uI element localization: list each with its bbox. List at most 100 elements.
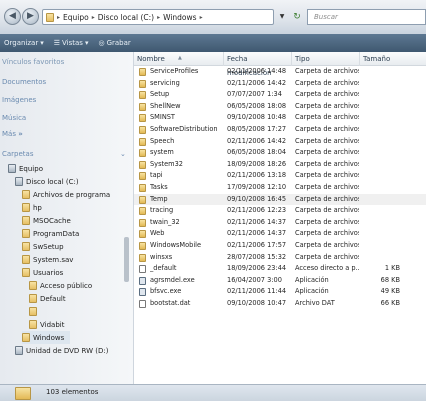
burn-label: Grabar <box>106 39 131 47</box>
computer-icon <box>8 164 16 173</box>
favorite-documentos[interactable]: Documentos <box>2 78 46 86</box>
file-row[interactable]: Setup 07/07/2007 1:34 Carpeta de archivos <box>134 89 426 101</box>
column-type[interactable]: Tipo <box>292 52 360 66</box>
file-row[interactable]: SMINST 09/10/2008 10:48 Carpeta de archivo… <box>134 112 426 124</box>
file-row[interactable]: bootstat.dat 09/10/2008 10:47 Archivo DAT 6… <box>134 298 426 310</box>
views-label: Vistas <box>62 39 83 47</box>
file-type: Carpeta de archivos <box>295 206 359 215</box>
file-size <box>360 194 400 206</box>
folder-icon <box>29 320 37 329</box>
folder-icon <box>139 218 146 227</box>
burn-button[interactable]: ◎ Grabar <box>98 39 130 47</box>
file-row[interactable]: system 06/05/2008 18:04 Carpeta de archivo… <box>134 147 426 159</box>
file-date: 07/07/2007 1:34 <box>227 90 282 99</box>
folders-header[interactable]: Carpetas ⌄ <box>0 148 133 160</box>
file-name: bootstat.dat <box>150 299 191 307</box>
file-row[interactable]: Web 02/11/2006 14:37 Carpeta de archivos <box>134 228 426 240</box>
disc-icon: ◎ <box>98 39 105 47</box>
folder-icon <box>139 137 146 146</box>
file-row[interactable]: ServiceProfiles 02/11/2006 14:48 Carpeta d… <box>134 66 426 78</box>
address-dropdown-button[interactable]: ▼ <box>276 9 288 25</box>
file-row[interactable]: ShellNew 06/05/2008 18:08 Carpeta de archi… <box>134 101 426 113</box>
file-row[interactable]: Tasks 17/09/2008 12:10 Carpeta de archivos <box>134 182 426 194</box>
folder-icon <box>139 149 146 158</box>
file-row[interactable]: Speech 02/11/2006 14:42 Carpeta de archivo… <box>134 136 426 148</box>
tree-item[interactable] <box>29 305 40 318</box>
tree-item[interactable]: Disco local (C:) <box>15 175 79 188</box>
file-row[interactable]: servicing 02/11/2006 14:42 Carpeta de arch… <box>134 78 426 90</box>
address-bar-region: ◀ ▶ ▸ Equipo ▸ Disco local (C:) ▸ Window… <box>0 0 426 34</box>
tree-scrollbar[interactable] <box>122 162 132 382</box>
file-size <box>360 147 400 159</box>
file-row[interactable]: twain_32 02/11/2006 14:37 Carpeta de archi… <box>134 217 426 229</box>
file-name: WindowsMobile <box>150 241 202 249</box>
favorite-imagenes[interactable]: Imágenes <box>2 96 36 104</box>
views-icon: ☰ <box>53 39 61 47</box>
folder-icon <box>139 172 146 181</box>
file-row[interactable]: SoftwareDistribution 08/05/2008 17:27 Carp… <box>134 124 426 136</box>
file-row[interactable]: _default 18/09/2006 23:44 Acceso directo a… <box>134 263 426 275</box>
breadcrumb-windows[interactable]: Windows <box>163 13 196 22</box>
organize-button[interactable]: Organizar ▾ <box>4 39 44 47</box>
tree-scrollbar-thumb[interactable] <box>124 237 129 282</box>
tree-item-label: Archivos de programa <box>33 190 111 199</box>
favorite-mas[interactable]: Más » <box>2 130 23 138</box>
file-name: system <box>150 148 174 157</box>
file-name: servicing <box>150 78 180 87</box>
folder-icon <box>139 253 146 262</box>
file-size <box>360 124 400 136</box>
file-name: ServiceProfiles <box>150 67 199 75</box>
search-input[interactable]: Buscar <box>307 9 426 25</box>
file-row[interactable]: winsxs 28/07/2008 15:32 Carpeta de archivo… <box>134 252 426 264</box>
command-bar: Organizar ▾ ☰ Vistas ▾ ◎ Grabar <box>0 34 426 52</box>
folder-icon <box>139 79 146 88</box>
tree-item[interactable]: Unidad de DVD RW (D:) <box>15 344 109 357</box>
views-button[interactable]: ☰ Vistas ▾ <box>54 39 89 47</box>
tree-item-label: SwSetup <box>33 242 64 251</box>
tree-item[interactable]: Acceso público <box>29 279 92 292</box>
tree-item[interactable]: ProgramData <box>22 227 79 240</box>
folder-icon <box>22 216 30 225</box>
file-icon <box>139 300 146 308</box>
file-date: 06/05/2008 18:08 <box>227 101 287 110</box>
folder-icon <box>139 184 146 192</box>
tree-item[interactable]: Usuarios <box>22 266 63 279</box>
tree-item[interactable]: hp <box>22 201 42 214</box>
file-row[interactable]: tracing 02/11/2006 12:23 Carpeta de archiv… <box>134 205 426 217</box>
tree-item-label: Usuarios <box>33 268 64 277</box>
breadcrumb-equipo[interactable]: Equipo <box>63 13 89 22</box>
file-row[interactable]: agrsmdel.exe 16/04/2007 3:00 Aplicación 68 … <box>134 275 426 287</box>
refresh-button[interactable]: ↻ <box>290 9 304 25</box>
column-size[interactable]: Tamaño <box>360 52 426 66</box>
address-box[interactable]: ▸ Equipo ▸ Disco local (C:) ▸ Windows ▸ <box>42 9 274 25</box>
back-button[interactable]: ◀ <box>4 8 21 25</box>
file-size <box>360 217 400 229</box>
item-count: 103 elementos <box>46 388 99 396</box>
tree-item[interactable]: Default <box>29 292 66 305</box>
file-row[interactable]: WindowsMobile 02/11/2006 17:57 Carpeta de … <box>134 240 426 252</box>
tree-item[interactable]: Equipo <box>8 162 43 175</box>
folder-icon <box>15 387 31 400</box>
file-size <box>360 159 400 171</box>
file-name: tapi <box>150 171 163 180</box>
forward-button[interactable]: ▶ <box>22 8 39 25</box>
breadcrumb-disco[interactable]: Disco local (C:) <box>98 13 154 22</box>
tree-item[interactable]: Archivos de programa <box>22 188 110 201</box>
tree-item[interactable]: Windows <box>22 331 71 344</box>
tree-item[interactable]: MSOCache <box>22 214 71 227</box>
favorite-musica[interactable]: Música <box>2 114 26 122</box>
file-type: Aplicación <box>295 275 329 284</box>
file-row[interactable]: System32 18/09/2008 18:26 Carpeta de archi… <box>134 159 426 171</box>
tree-item[interactable]: System.sav <box>22 253 73 266</box>
chevron-down-icon: ▾ <box>40 39 44 47</box>
chevron-right-icon: ▸ <box>91 13 95 21</box>
column-modified[interactable]: Fecha modificación <box>224 52 292 77</box>
file-row[interactable]: tapi 02/11/2006 13:18 Carpeta de archivos <box>134 170 426 182</box>
file-date: 02/11/2006 11:44 <box>227 287 287 296</box>
file-date: 02/11/2006 12:23 <box>227 206 287 215</box>
tree-item[interactable]: SwSetup <box>22 240 64 253</box>
file-row[interactable]: Temp 09/10/2008 16:45 Carpeta de archivos <box>134 193 426 206</box>
tree-item[interactable]: Vidabit <box>29 318 64 331</box>
file-date: 02/11/2006 14:48 <box>227 67 287 75</box>
file-row[interactable]: bfsvc.exe 02/11/2006 11:44 Aplicación 49 KB <box>134 286 426 298</box>
